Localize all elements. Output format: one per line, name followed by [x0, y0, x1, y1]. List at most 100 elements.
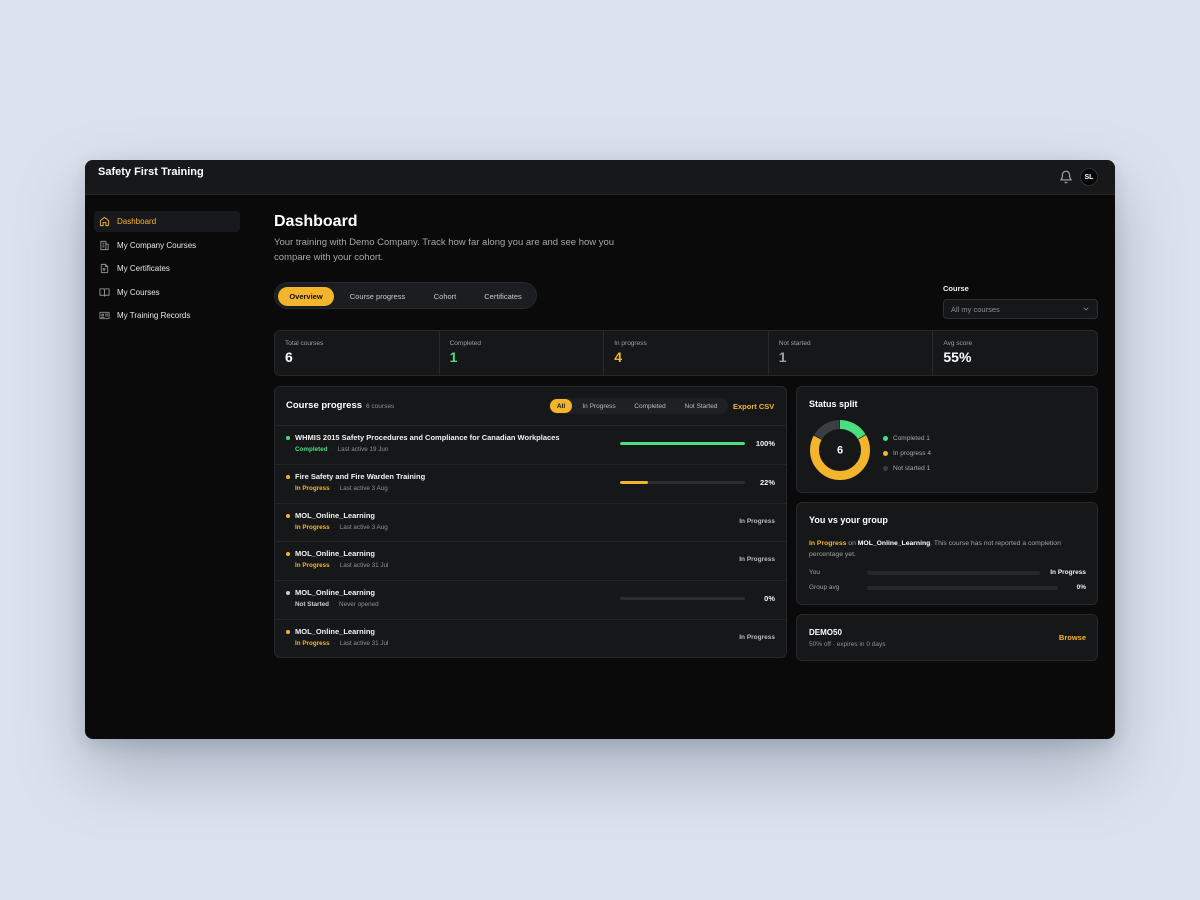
book-icon [99, 288, 110, 297]
status-dot [286, 591, 290, 596]
course-row[interactable]: WHMIS 2015 Safety Procedures and Complia… [275, 425, 786, 464]
progress-bar [620, 480, 745, 484]
stat-total-courses: Total courses 6 [275, 331, 440, 375]
meta-separator: · [333, 484, 336, 492]
stat-value: 1 [449, 349, 458, 365]
sidebar-item-company-courses[interactable]: My Company Courses [94, 235, 240, 256]
chevron-down-icon [1083, 307, 1089, 311]
legend-item: Completed 1 [883, 431, 931, 446]
course-status: Not Started [295, 601, 329, 609]
sidebar: Dashboard My Company Courses My Certific… [94, 211, 240, 329]
group-label: Group avg [809, 584, 840, 591]
course-name: MOL_Online_Learning [295, 627, 376, 636]
stat-completed: Completed 1 [440, 331, 605, 375]
course-filter-label: Course [943, 284, 969, 293]
meta-separator: · [333, 523, 336, 531]
course-meta: In Progress · Last active 3 Aug [295, 485, 388, 492]
sidebar-item-label: My Courses [117, 287, 160, 297]
last-active: Last active 31 Jul [339, 562, 389, 570]
tab-bar: Overview Course progress Cohort Certific… [274, 282, 537, 309]
tab-overview[interactable]: Overview [278, 287, 334, 306]
status-dot [286, 474, 290, 479]
donut-total: 6 [837, 445, 843, 457]
course-select-value: All my courses [951, 304, 1000, 314]
course-meta: In Progress · Last active 31 Jul [295, 562, 388, 569]
promo-panel: DEMO50 50% off · expires in 0 days Brows… [796, 614, 1098, 661]
sidebar-item-label: My Certificates [117, 264, 170, 274]
stat-value: 55% [943, 349, 972, 365]
course-status: In Progress [295, 562, 330, 570]
last-active: Last active 31 Jul [339, 640, 389, 647]
comparison-text: In Progress on MOL_Online_Learning. This… [809, 538, 1079, 560]
stat-value: 6 [285, 349, 293, 365]
home-icon [99, 216, 110, 227]
bell-icon[interactable] [1059, 170, 1073, 184]
panel-title: Course progress [286, 400, 363, 411]
course-row[interactable]: MOL_Online_Learning In Progress · Last acti… [275, 502, 786, 542]
progress-status-text: In Progress [739, 556, 775, 564]
sidebar-item-label: My Company Courses [117, 240, 197, 250]
stat-label: Completed [449, 340, 482, 347]
course-row[interactable]: MOL_Online_Learning Not Started · Never ope… [275, 580, 786, 619]
filter-all[interactable]: All [550, 399, 572, 413]
course-meta: In Progress · Last active 3 Aug [295, 524, 388, 531]
sidebar-item-my-courses[interactable]: My Courses [94, 282, 240, 303]
filter-completed[interactable]: Completed [626, 399, 674, 413]
last-active: Last active 19 Jun [337, 446, 389, 453]
legend-dot [883, 466, 888, 471]
status-filter: All In Progress Completed Not Started [549, 398, 728, 414]
course-row[interactable]: MOL_Online_Learning In Progress · Last acti… [275, 541, 786, 580]
tab-cohort[interactable]: Cohort [423, 287, 467, 306]
panel-title: Status split [809, 399, 858, 409]
progress-fill [620, 442, 745, 445]
brand-name[interactable]: Safety First Training [98, 166, 204, 178]
meta-separator: · [333, 640, 336, 647]
tab-course-progress[interactable]: Course progress [339, 287, 416, 306]
user-avatar[interactable]: SL [1080, 168, 1098, 186]
filter-not-started[interactable]: Not Started [676, 399, 726, 413]
course-name: MOL_Online_Learning [295, 549, 376, 559]
course-status: In Progress [295, 484, 330, 492]
course-progress-panel: Course progress 6 courses All In Progres… [274, 386, 787, 658]
browse-button[interactable]: Browse [1059, 633, 1086, 642]
course-status: Completed [295, 446, 328, 453]
stats-bar: Total courses 6 Completed 1 In progress … [274, 330, 1098, 376]
page-subtitle: Your training with Demo Company. Track h… [274, 237, 615, 263]
stat-avg-score: Avg score 55% [933, 331, 1097, 375]
course-name: Fire Safety and Fire Warden Training [295, 471, 426, 481]
status-dot [286, 630, 290, 634]
comparison-course: MOL_Online_Learning [857, 540, 931, 547]
sidebar-item-training-records[interactable]: My Training Records [94, 305, 240, 326]
comparison-panel: You vs your group In Progress on MOL_Onl… [796, 502, 1098, 605]
sidebar-item-dashboard[interactable]: Dashboard [94, 211, 240, 232]
meta-separator: · [331, 446, 334, 453]
course-row[interactable]: Fire Safety and Fire Warden Training In P… [275, 463, 786, 503]
progress-fill [620, 480, 648, 484]
status-dot [286, 552, 290, 557]
status-legend: Completed 1 In progress 4 Not started 1 [883, 431, 931, 476]
sidebar-item-certificates[interactable]: My Certificates [94, 258, 240, 279]
export-csv-button[interactable]: Export CSV [733, 402, 774, 411]
course-row[interactable]: MOL_Online_Learning In Progress · Last acti… [275, 619, 786, 658]
course-select[interactable]: All my courses [943, 299, 1098, 319]
promo-detail: 50% off · expires in 0 days [809, 641, 886, 648]
filter-in-progress[interactable]: In Progress [574, 399, 624, 413]
certificate-icon [100, 264, 109, 274]
course-count: 6 courses [366, 403, 395, 410]
progress-bar [620, 442, 745, 445]
progress-status-text: In Progress [739, 517, 775, 525]
legend-label: Not started 1 [893, 465, 931, 472]
status-dot [286, 436, 290, 440]
group-value: 0% [1076, 584, 1086, 591]
stat-label: In progress [614, 340, 647, 347]
promo-code: DEMO50 [809, 628, 842, 637]
legend-item: Not started 1 [883, 461, 931, 476]
meta-separator: · [332, 601, 336, 609]
comparison-status: In Progress [809, 540, 847, 547]
course-meta: Not Started · Never opened [295, 601, 379, 608]
course-status: In Progress [295, 640, 330, 647]
tab-certificates[interactable]: Certificates [473, 287, 533, 306]
progress-percent: 100% [755, 439, 775, 448]
comparison-connector: on [846, 540, 858, 547]
last-active: Last active 3 Aug [339, 484, 388, 492]
